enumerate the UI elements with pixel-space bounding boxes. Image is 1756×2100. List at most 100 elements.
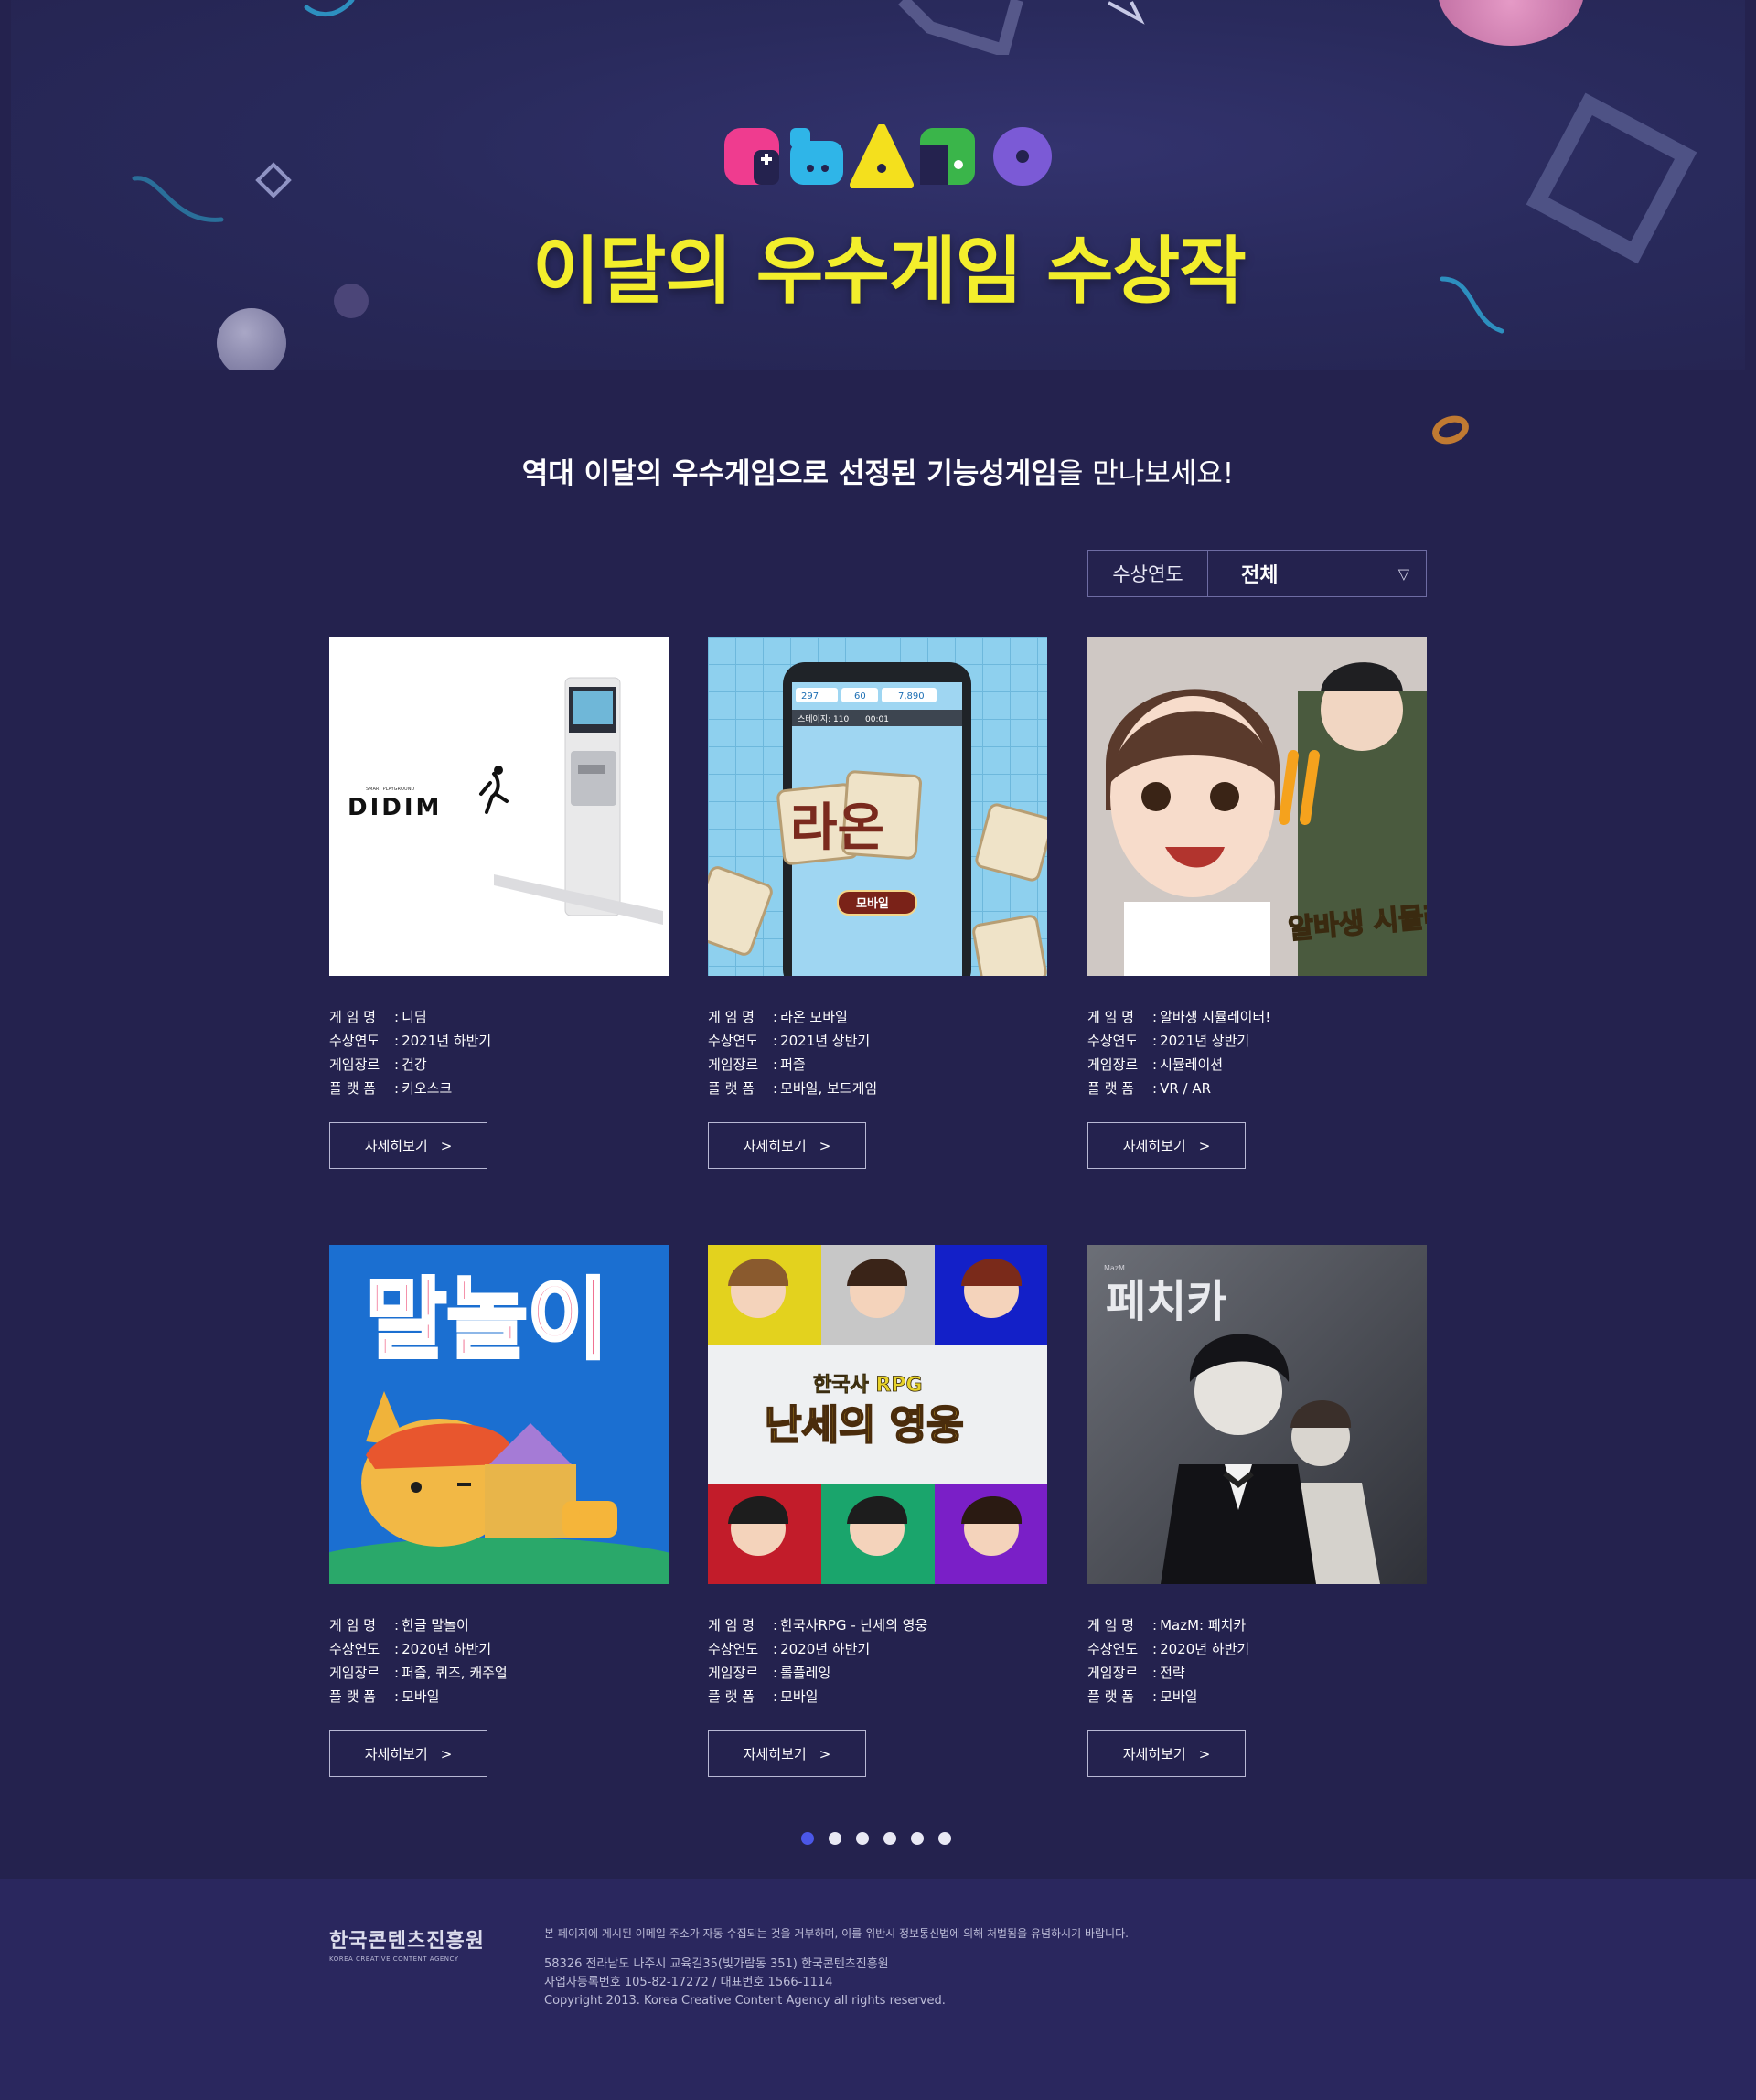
chevron-right-icon: > bbox=[819, 1745, 831, 1762]
game-platform: VR / AR bbox=[1160, 1080, 1212, 1097]
top-squiggle-decoration bbox=[304, 0, 355, 16]
game-platform: 모바일 bbox=[402, 1688, 440, 1705]
dropdown-arrow-icon: ▽ bbox=[1397, 564, 1409, 583]
hero-of-chaos-title-text: 난세의 영웅 bbox=[765, 1402, 964, 1449]
raon-mobile-image: 297 60 7,890 스테이지: 110 00:01 라온 모바일 bbox=[708, 637, 1047, 976]
pagination-dot[interactable] bbox=[883, 1832, 896, 1845]
chevron-right-icon: > bbox=[440, 1745, 453, 1762]
game-thumbnail[interactable]: DIDIM SMART PLAYGROUND bbox=[329, 637, 669, 976]
raon-title-text: 라온 bbox=[790, 798, 884, 858]
didim-logo-text: DIDIM bbox=[348, 794, 442, 821]
top-triangle-decoration bbox=[1108, 1, 1145, 25]
game-thumbnail[interactable]: 297 60 7,890 스테이지: 110 00:01 라온 모바일 bbox=[708, 637, 1047, 976]
year-filter: 수상연도 전체 ▽ bbox=[1087, 550, 1427, 597]
game-genre: 롤플레잉 bbox=[780, 1665, 831, 1681]
game-card: 297 60 7,890 스테이지: 110 00:01 라온 모바일 게 임 … bbox=[708, 637, 1047, 1169]
chevron-right-icon: > bbox=[440, 1137, 453, 1154]
svg-text:297: 297 bbox=[801, 691, 819, 702]
award-year: 2020년 하반기 bbox=[1160, 1641, 1250, 1657]
game-card: 한국사 RPG 난세의 영웅 게 임 명: 한국사RPG - 난세의 영웅 수상연… bbox=[708, 1245, 1047, 1777]
game-info: 게 임 명: 알바생 시뮬레이터! 수상연도:2021년 상반기 게임장르: 시뮬레… bbox=[1087, 1005, 1427, 1100]
hero-banner: 이달의 우수게임 수상작 bbox=[11, 0, 1745, 370]
svg-text:SMART PLAYGROUND: SMART PLAYGROUND bbox=[366, 787, 414, 792]
game-genre: 퍼즐 bbox=[780, 1056, 806, 1073]
diamond-outline-decoration bbox=[255, 162, 292, 198]
svg-text:3: 3 bbox=[576, 1503, 602, 1545]
game-info: 게 임 명: 한글 말놀이 수상연도:2020년 하반기 게임장르: 퍼즐, 퀴즈,… bbox=[329, 1613, 669, 1709]
detail-button[interactable]: 자세히보기 > bbox=[329, 1122, 487, 1169]
game-info: 게 임 명: 디딤 수상연도:2021년 하반기 게임장르: 건강 플 랫 폼: 키오… bbox=[329, 1005, 669, 1100]
game-name: 디딤 bbox=[402, 1009, 427, 1025]
pagination-dot[interactable] bbox=[911, 1832, 924, 1845]
year-filter-label: 수상연도 bbox=[1088, 551, 1208, 596]
game-thumbnail[interactable]: 말놀이 3 bbox=[329, 1245, 669, 1584]
plato-logo bbox=[724, 124, 1052, 188]
word-play-image: 말놀이 3 bbox=[329, 1245, 669, 1584]
game-genre: 퍼즐, 퀴즈, 캐주얼 bbox=[402, 1665, 508, 1681]
part-timer-simulator-image: 알바생 시뮬레이터! !! bbox=[1087, 637, 1427, 976]
game-thumbnail[interactable]: 페치카 MazM bbox=[1087, 1245, 1427, 1584]
subtitle-rest: 을 만나보세요! bbox=[1056, 457, 1235, 490]
game-name: 알바생 시뮬레이터! bbox=[1160, 1009, 1271, 1025]
award-year: 2021년 상반기 bbox=[1160, 1033, 1250, 1049]
game-name: 한국사RPG - 난세의 영웅 bbox=[780, 1617, 928, 1634]
page-subtitle: 역대 이달의 우수게임으로 선정된 기능성게임을 만나보세요! bbox=[0, 450, 1756, 491]
game-platform: 키오스크 bbox=[402, 1080, 453, 1097]
pagination-dot[interactable] bbox=[938, 1832, 951, 1845]
pagination-dot[interactable] bbox=[801, 1832, 814, 1845]
footer-notice: 본 페이지에 게시된 이메일 주소가 자동 수집되는 것을 거부하며, 이를 위… bbox=[544, 1927, 1129, 1940]
didim-kiosk-image: DIDIM SMART PLAYGROUND bbox=[348, 677, 663, 925]
chevron-right-icon: > bbox=[1198, 1137, 1211, 1154]
game-card: DIDIM SMART PLAYGROUND 게 임 명: 디딤 수상연도:202… bbox=[329, 637, 669, 1169]
game-name: 한글 말놀이 bbox=[402, 1617, 469, 1634]
game-name: MazM: 페치카 bbox=[1160, 1617, 1247, 1634]
game-info: 게 임 명: MazM: 페치카 수상연도:2020년 하반기 게임장르: 전략 플… bbox=[1087, 1613, 1427, 1709]
game-name: 라온 모바일 bbox=[780, 1009, 848, 1025]
footer-text: 본 페이지에 게시된 이메일 주소가 자동 수집되는 것을 거부하며, 이를 위… bbox=[544, 1924, 1367, 2010]
game-platform: 모바일 bbox=[780, 1688, 819, 1705]
pechka-image: 페치카 MazM bbox=[1087, 1245, 1427, 1584]
game-platform: 모바일 bbox=[1160, 1688, 1198, 1705]
top-square-decoration bbox=[898, 0, 1023, 55]
pagination-dot[interactable] bbox=[856, 1832, 869, 1845]
game-card: 알바생 시뮬레이터! !! 게 임 명: 알바생 시뮬레이터! 수상연도:2021… bbox=[1087, 637, 1427, 1169]
svg-text:모바일: 모바일 bbox=[856, 896, 889, 911]
year-filter-select[interactable]: 전체 ▽ bbox=[1208, 551, 1426, 596]
pechka-title-text: 페치카 bbox=[1106, 1276, 1226, 1327]
subtitle-emphasis: 역대 이달의 우수게임으로 선정된 기능성게임 bbox=[521, 457, 1057, 490]
detail-button[interactable]: 자세히보기 > bbox=[1087, 1730, 1246, 1777]
footer-copyright: Copyright 2013. Korea Creative Content A… bbox=[544, 1994, 946, 2008]
detail-button[interactable]: 자세히보기 > bbox=[708, 1122, 866, 1169]
kocca-logo[interactable]: 한국콘텐츠진흥원 KOREA CREATIVE CONTENT AGENCY bbox=[329, 1924, 503, 1963]
game-thumbnail[interactable]: 알바생 시뮬레이터! !! bbox=[1087, 637, 1427, 976]
ring-decoration bbox=[1432, 415, 1469, 445]
svg-text:00:01: 00:01 bbox=[865, 715, 889, 724]
detail-button[interactable]: 자세히보기 > bbox=[1087, 1122, 1246, 1169]
pagination-dot[interactable] bbox=[829, 1832, 841, 1845]
game-thumbnail[interactable]: 한국사 RPG 난세의 영웅 bbox=[708, 1245, 1047, 1584]
svg-text:스테이지: 110: 스테이지: 110 bbox=[798, 714, 849, 724]
footer-org-name-en: KOREA CREATIVE CONTENT AGENCY bbox=[329, 1955, 459, 1963]
chevron-right-icon: > bbox=[1198, 1745, 1211, 1762]
award-year: 2021년 하반기 bbox=[402, 1033, 492, 1049]
footer-org-name: 한국콘텐츠진흥원 bbox=[329, 1930, 485, 1953]
pagination bbox=[801, 1832, 951, 1845]
year-filter-value: 전체 bbox=[1241, 564, 1279, 587]
award-year: 2020년 하반기 bbox=[402, 1641, 492, 1657]
award-year: 2021년 상반기 bbox=[780, 1033, 871, 1049]
detail-button[interactable]: 자세히보기 > bbox=[708, 1730, 866, 1777]
game-platform: 모바일, 보드게임 bbox=[780, 1080, 878, 1097]
svg-text:한국사 RPG: 한국사 RPG bbox=[813, 1374, 923, 1397]
detail-button[interactable]: 자세히보기 > bbox=[329, 1730, 487, 1777]
award-year: 2020년 하반기 bbox=[780, 1641, 871, 1657]
word-play-title-text: 말놀이 bbox=[366, 1269, 608, 1371]
page-title: 이달의 우수게임 수상작 bbox=[532, 229, 1247, 314]
game-card: 페치카 MazM 게 임 명: MazM: 페치카 수상연도:2020년 하반기 … bbox=[1087, 1245, 1427, 1777]
footer: 한국콘텐츠진흥원 KOREA CREATIVE CONTENT AGENCY 본… bbox=[0, 1879, 1756, 2100]
korean-history-rpg-image: 한국사 RPG 난세의 영웅 bbox=[708, 1245, 1047, 1584]
pink-circle-decoration bbox=[1438, 0, 1584, 46]
game-info: 게 임 명: 라온 모바일 수상연도:2021년 상반기 게임장르: 퍼즐 플 랫 … bbox=[708, 1005, 1047, 1100]
chevron-right-icon: > bbox=[819, 1137, 831, 1154]
svg-text:7,890: 7,890 bbox=[898, 691, 925, 702]
footer-address: 58326 전라남도 나주시 교육길35(빛가람동 351) 한국콘텐츠진흥원 bbox=[544, 1957, 889, 1971]
